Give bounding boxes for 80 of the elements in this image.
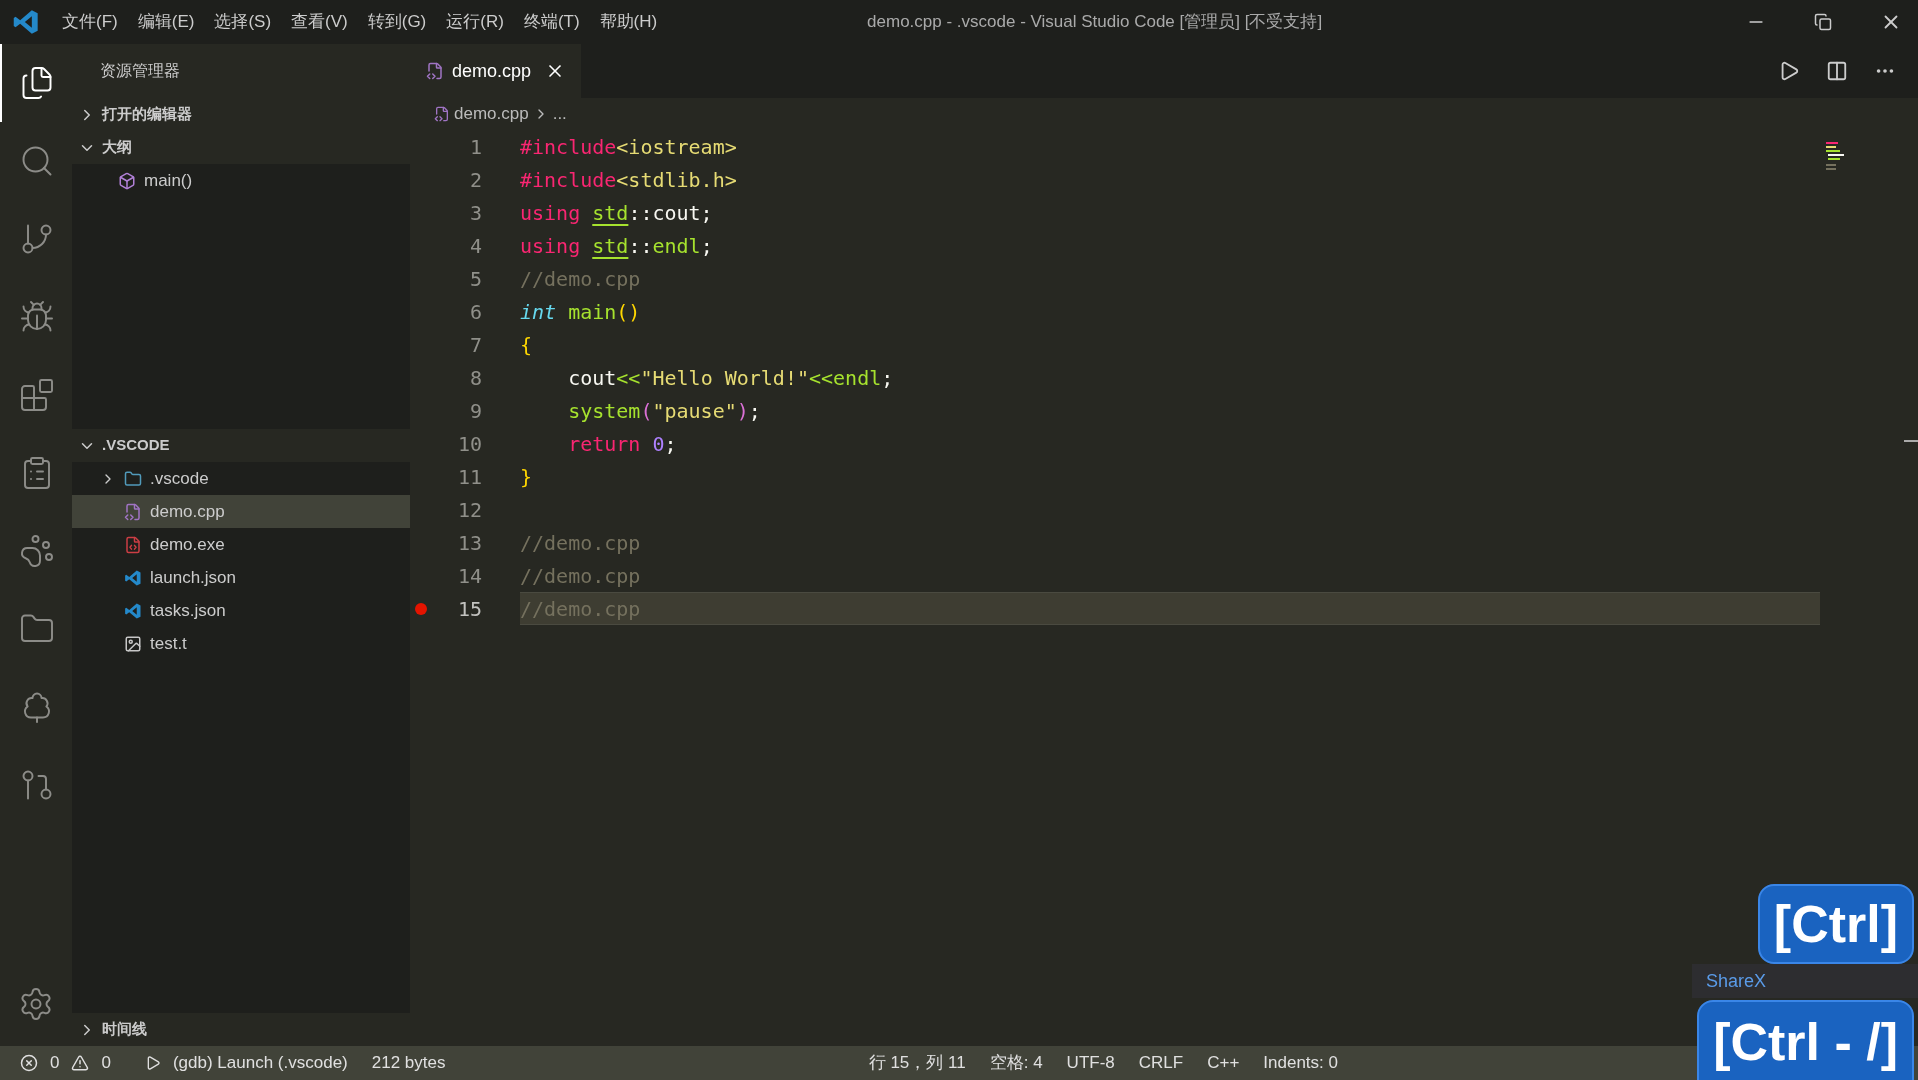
editor-tab[interactable]: demo.cpp xyxy=(410,44,582,98)
code-line: using std::endl; xyxy=(520,232,713,260)
line-number: 13 xyxy=(456,529,482,557)
cube-icon xyxy=(118,171,136,190)
sidebar-title: 资源管理器 xyxy=(100,61,180,81)
breadcrumb-item[interactable]: demo.cpp xyxy=(454,101,529,127)
menu-item[interactable]: 运行(R) xyxy=(436,9,514,35)
sharex-label[interactable]: ShareX xyxy=(1706,967,1767,995)
menu-item[interactable]: 文件(F) xyxy=(52,9,128,35)
line-number: 15 xyxy=(456,595,482,623)
file-item[interactable]: demo.exe xyxy=(72,528,410,561)
outline-item[interactable]: main() xyxy=(72,164,410,197)
scrollbar xyxy=(1904,440,1918,442)
code-line: } xyxy=(520,463,533,491)
section-header[interactable]: 时间线 xyxy=(72,1013,410,1046)
status-item[interactable]: 空格: 4 xyxy=(989,1050,1043,1076)
line-number: 14 xyxy=(456,562,482,590)
cpp-file-icon xyxy=(124,502,142,521)
key-badge: [Ctrl - /] xyxy=(1697,1000,1914,1080)
line-number: 1 xyxy=(468,133,482,161)
code-line: { xyxy=(520,331,533,359)
code-line: //demo.cpp xyxy=(520,529,641,557)
code-line: return 0; xyxy=(567,430,677,458)
line-number: 6 xyxy=(468,298,482,326)
line-number: 11 xyxy=(456,463,482,491)
line-number: 7 xyxy=(468,331,482,359)
status-item[interactable]: CRLF xyxy=(1138,1050,1184,1076)
cpp-file-icon xyxy=(434,106,450,122)
window-title: demo.cpp - .vscode - Visual Studio Code [管理员] [不受支持] xyxy=(867,11,1323,34)
line-number: 9 xyxy=(468,397,482,425)
file-item[interactable]: tasks.json xyxy=(72,594,410,627)
vscode-icon xyxy=(124,601,142,620)
code-line: using std::cout; xyxy=(520,199,713,227)
line-number: 12 xyxy=(456,496,482,524)
section-header[interactable]: .VSCODE xyxy=(72,429,410,462)
file-size: 212 bytes xyxy=(371,1052,446,1075)
folder-icon xyxy=(124,469,142,488)
menu-item[interactable]: 编辑(E) xyxy=(127,9,205,35)
code-line: //demo.cpp xyxy=(520,562,641,590)
key-badge: [Ctrl] xyxy=(1757,884,1914,964)
status-item[interactable]: Indents: 0 xyxy=(1263,1050,1338,1076)
menu-item[interactable]: 转到(G) xyxy=(357,9,437,35)
code-line: int main() xyxy=(520,298,641,326)
menu-item[interactable]: 终端(T) xyxy=(513,9,590,35)
line-number: 2 xyxy=(468,166,482,194)
menu-item[interactable]: 查看(V) xyxy=(281,9,358,35)
app-logo-icon xyxy=(12,8,40,36)
warning-count[interactable]: 0 xyxy=(101,1050,111,1076)
code-line: #include<iostream> xyxy=(520,133,737,161)
line-number: 8 xyxy=(468,364,482,392)
file-item[interactable]: launch.json xyxy=(72,561,410,594)
launch-config[interactable]: (gdb) Launch (.vscode) xyxy=(172,1050,348,1076)
menu-item[interactable]: 选择(S) xyxy=(204,9,282,35)
section-header[interactable]: 大纲 xyxy=(72,131,410,164)
line-number: 3 xyxy=(468,199,482,227)
line-number: 5 xyxy=(468,265,482,293)
restore-icon[interactable] xyxy=(1814,13,1832,31)
file-item[interactable]: .vscode xyxy=(72,462,410,495)
vscode-icon xyxy=(124,568,142,587)
split-editor-icon[interactable] xyxy=(1826,60,1848,82)
status-item[interactable]: UTF-8 xyxy=(1066,1050,1115,1076)
warning-icon[interactable] xyxy=(71,1054,90,1072)
code-line: #include<stdlib.h> xyxy=(520,166,737,194)
cpp-file-icon xyxy=(426,62,444,80)
code-line: cout<<"Hello World!"<<endl; xyxy=(567,364,894,392)
code-line: //demo.cpp xyxy=(520,265,641,293)
file-item[interactable]: test.t xyxy=(72,627,410,660)
error-icon[interactable] xyxy=(20,1054,38,1072)
file-item[interactable]: demo.cpp xyxy=(72,495,410,528)
menu-item[interactable]: 帮助(H) xyxy=(589,9,668,35)
error-count[interactable]: 0 xyxy=(50,1050,60,1076)
section-header[interactable]: 打开的编辑器 xyxy=(72,98,410,131)
binary-file-icon xyxy=(124,535,142,554)
line-number: 4 xyxy=(468,232,482,260)
settings-icon[interactable] xyxy=(18,986,54,1022)
status-item[interactable]: C++ xyxy=(1207,1050,1240,1076)
code-line: system("pause"); xyxy=(567,397,761,425)
breadcrumb-item[interactable]: ... xyxy=(552,101,567,127)
status-item[interactable]: 行 15，列 11 xyxy=(868,1050,966,1076)
line-number: 10 xyxy=(456,430,482,458)
